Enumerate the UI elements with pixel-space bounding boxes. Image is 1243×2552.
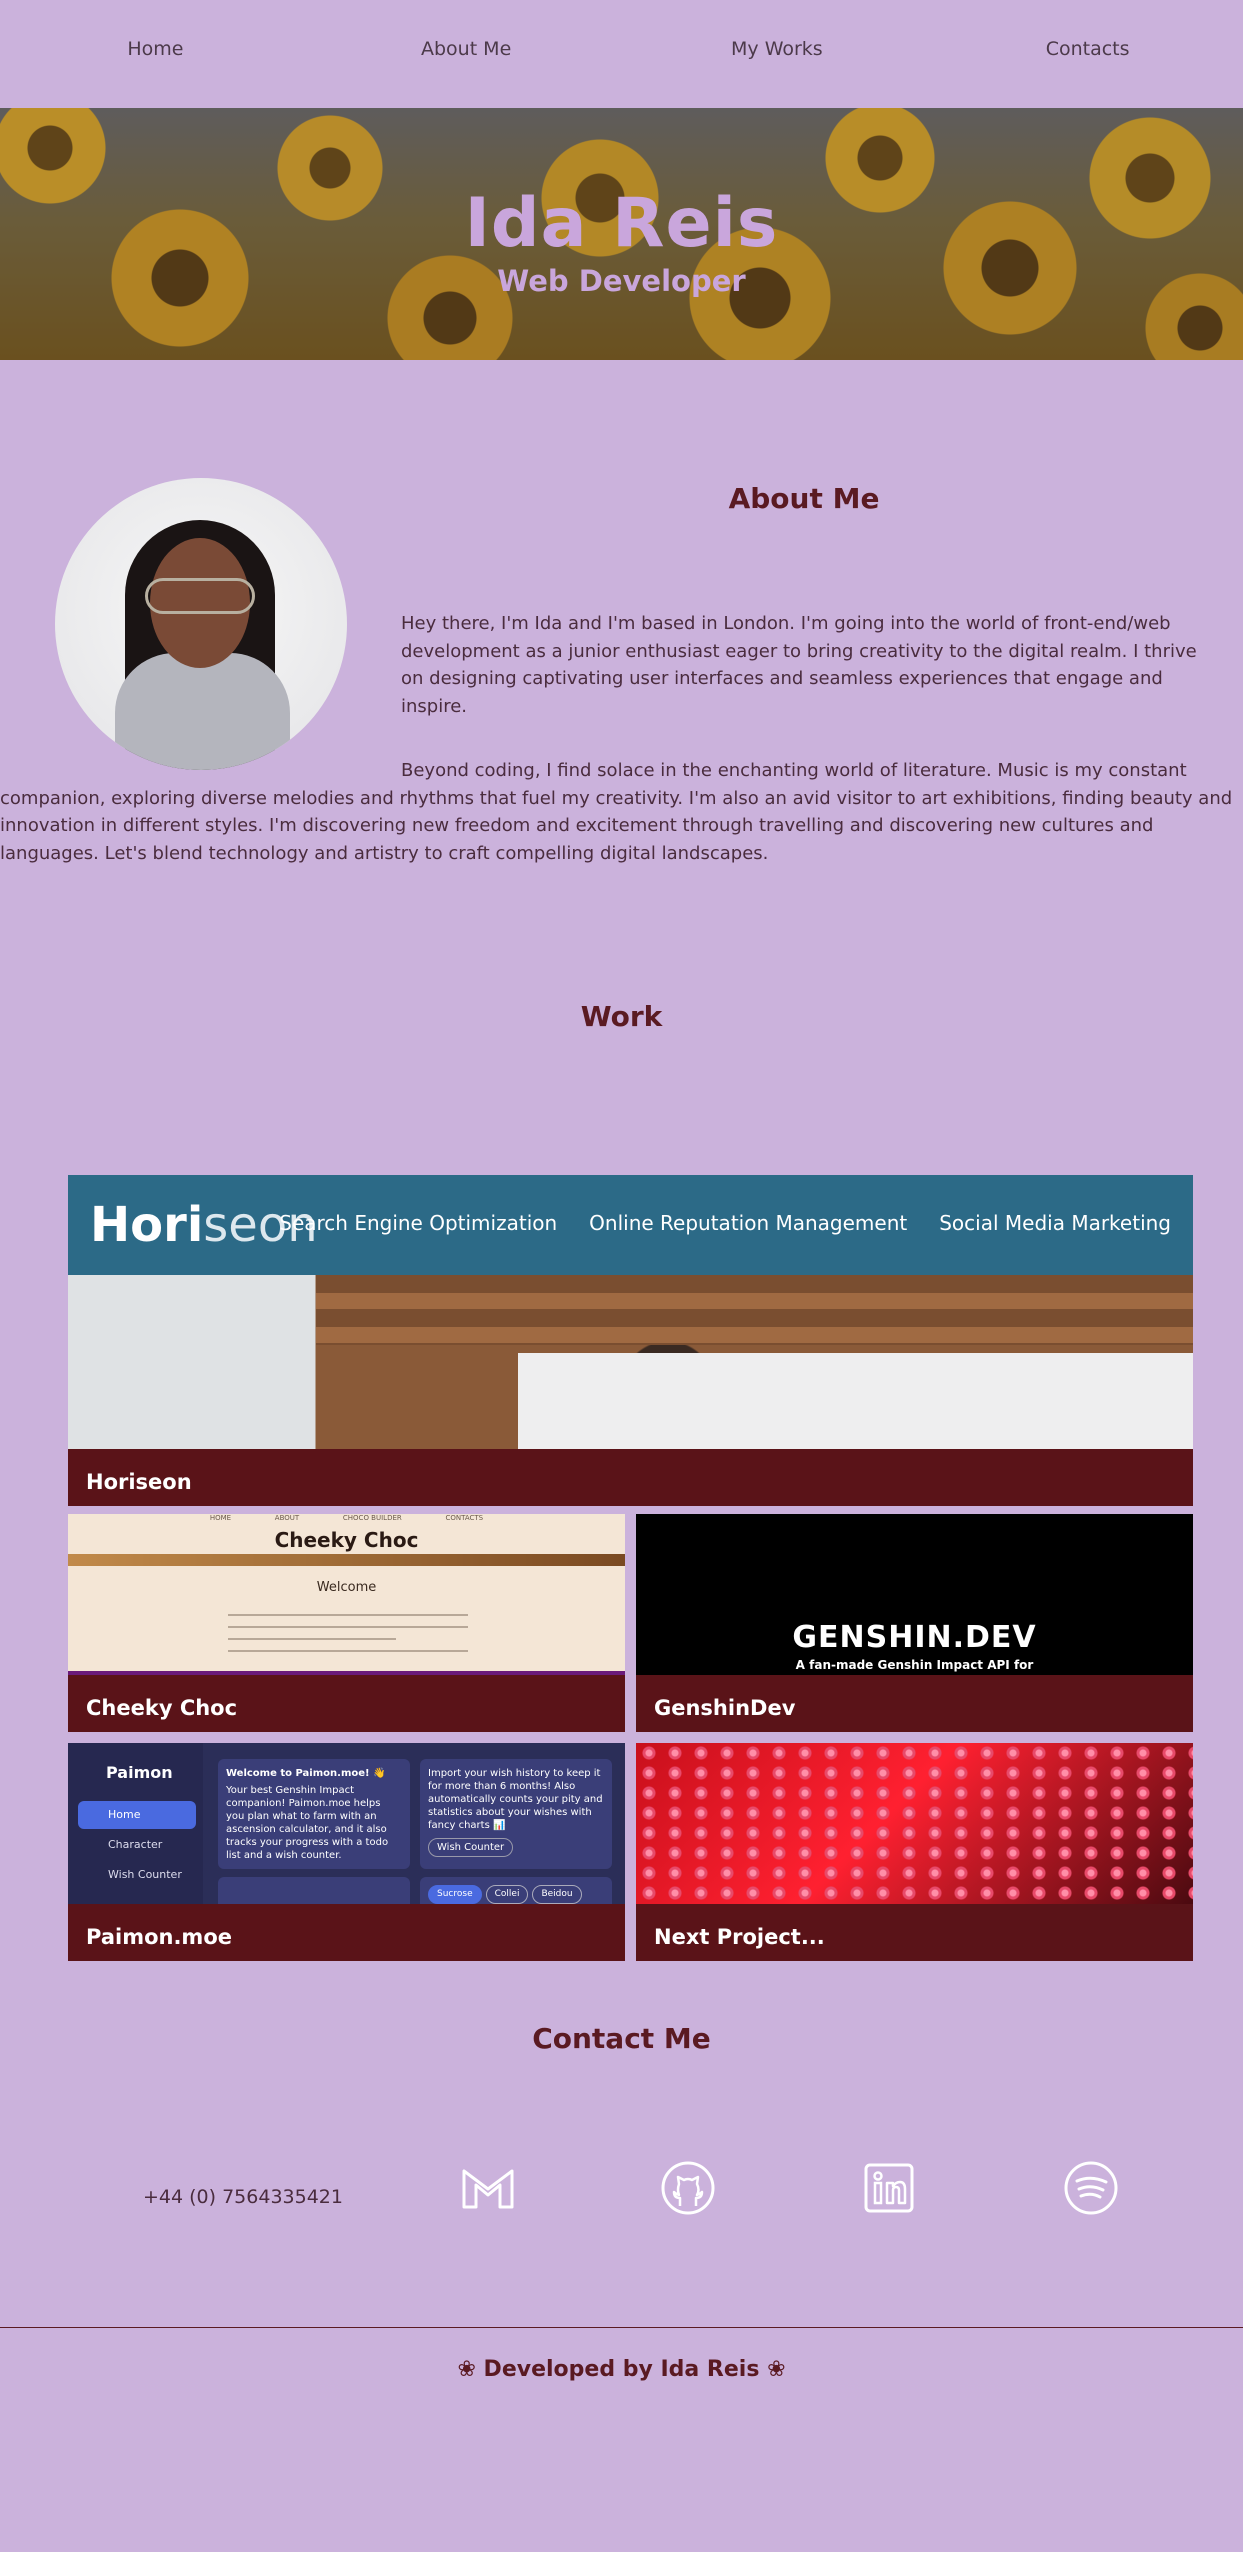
paimon-screenshot: Paimon Home Character Wish Counter Welco… <box>68 1743 625 1904</box>
footer-divider <box>0 2327 1243 2328</box>
contact-title: Contact Me <box>532 2022 711 2055</box>
horiseon-link: Online Reputation Management <box>589 1211 908 1235</box>
hero-name: Ida Reis <box>464 184 779 263</box>
genshindev-screenshot: GENSHIN.DEV A fan-made Genshin Impact AP… <box>636 1514 1193 1675</box>
project-card-cheeky-choc[interactable]: HOME ABOUT CHOCO BUILDER CONTACTS Cheeky… <box>68 1514 625 1732</box>
project-label: Paimon.moe <box>86 1925 232 1949</box>
hero-role: Web Developer <box>497 264 746 298</box>
nav-home-link[interactable]: Home <box>55 38 255 60</box>
github-icon[interactable] <box>660 2160 716 2216</box>
project-label: Next Project... <box>654 1925 825 1949</box>
hero-banner: Ida Reis Web Developer <box>0 108 1243 360</box>
gmail-icon[interactable] <box>460 2160 516 2216</box>
phone-number: +44 (0) 7564335421 <box>143 2186 343 2208</box>
about-section: About Me Hey there, I'm Ida and I'm base… <box>0 360 1243 1000</box>
hero-text: Ida Reis Web Developer <box>0 184 1243 299</box>
spotify-icon[interactable] <box>1063 2160 1119 2216</box>
project-card-horiseon[interactable]: Horiseon Search Engine Optimization Onli… <box>68 1175 1193 1506</box>
linkedin-icon[interactable] <box>861 2160 917 2216</box>
horiseon-link: Social Media Marketing <box>939 1211 1171 1235</box>
cheeky-choc-screenshot: HOME ABOUT CHOCO BUILDER CONTACTS Cheeky… <box>68 1514 625 1675</box>
project-label: GenshinDev <box>654 1696 796 1720</box>
project-card-next[interactable]: Next Project... <box>636 1743 1193 1961</box>
project-card-paimon[interactable]: Paimon Home Character Wish Counter Welco… <box>68 1743 625 1961</box>
project-label: Cheeky Choc <box>86 1696 238 1720</box>
horiseon-link: Search Engine Optimization <box>279 1211 558 1235</box>
project-label: Horiseon <box>86 1470 192 1494</box>
about-paragraph-1: Hey there, I'm Ida and I'm based in Lond… <box>401 613 1197 717</box>
nav-works-link[interactable]: My Works <box>677 38 877 60</box>
profile-photo <box>55 478 347 770</box>
nav-about-link[interactable]: About Me <box>366 38 566 60</box>
work-section: Work Horiseon Search Engine Optimization… <box>0 1000 1243 2000</box>
contact-section: Contact Me +44 (0) 7564335421 ❀ Develope… <box>0 2000 1243 2410</box>
project-card-genshindev[interactable]: GENSHIN.DEV A fan-made Genshin Impact AP… <box>636 1514 1193 1732</box>
nav-contacts-link[interactable]: Contacts <box>988 38 1188 60</box>
work-title: Work <box>580 1000 663 1033</box>
top-nav: Home About Me My Works Contacts <box>0 0 1243 108</box>
horiseon-screenshot: Horiseon Search Engine Optimization Onli… <box>68 1175 1193 1449</box>
next-project-image <box>636 1743 1193 1904</box>
about-paragraph-2: Beyond coding, I find solace in the ench… <box>0 760 1233 864</box>
about-title: About Me <box>728 482 880 515</box>
footer-credit: ❀ Developed by Ida Reis ❀ <box>457 2357 786 2382</box>
